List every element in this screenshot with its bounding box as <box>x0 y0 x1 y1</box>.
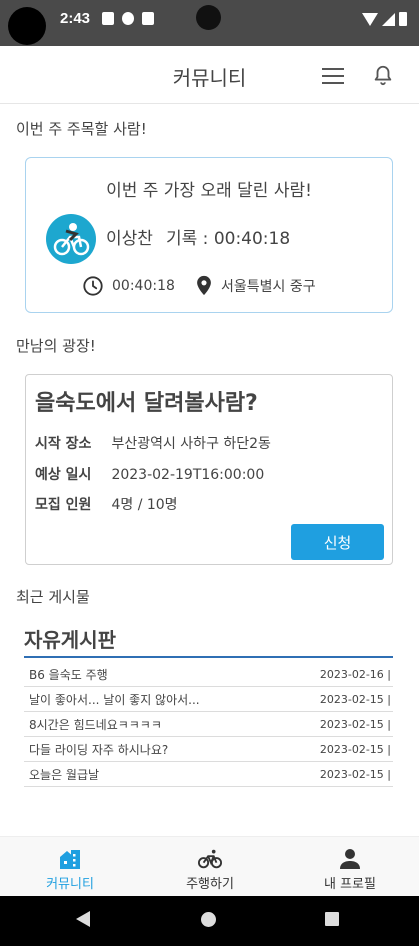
start-location-label: 시작 장소 <box>35 436 92 452</box>
status-time: 2:43 <box>60 10 91 27</box>
meetup-card[interactable]: 을숙도에서 달려볼사람? 시작 장소 부산광역시 사하구 하단2동 예상 일시 … <box>25 374 393 565</box>
meetup-expected-datetime: 예상 일시 2023-02-19T16:00:00 <box>35 464 264 484</box>
battery-icon <box>399 12 407 26</box>
meetup-start-location: 시작 장소 부산광역시 사하구 하단2동 <box>35 433 271 453</box>
post-list: B6 을숙도 주행 2023-02-16 | 날이 좋아서... 날이 좋지 않… <box>24 662 393 787</box>
plaza-section-label: 만남의 광장! <box>16 337 96 355</box>
list-item[interactable]: 8시간은 힘드네요ㅋㅋㅋㅋ 2023-02-15 | <box>24 712 393 737</box>
post-date: 2023-02-15 | <box>319 742 391 756</box>
nav-ride[interactable]: 주행하기 <box>140 837 280 897</box>
expected-datetime-label: 예상 일시 <box>35 467 92 483</box>
runner-card-title: 이번 주 가장 오래 달린 사람! <box>106 181 312 201</box>
location-value: 서울특별시 중구 <box>221 279 316 295</box>
recent-section-label: 최근 게시물 <box>16 588 90 606</box>
participants-label: 모집 인원 <box>35 497 92 513</box>
duration-info: 00:40:18 <box>82 274 175 298</box>
avatar <box>46 214 96 264</box>
apply-button[interactable]: 신청 <box>291 524 384 560</box>
notification-a-icon <box>102 12 114 25</box>
sd-card-icon <box>142 12 154 25</box>
start-location-value: 부산광역시 사하구 하단2동 <box>111 436 271 452</box>
system-navigation-bar <box>0 896 419 946</box>
list-item[interactable]: 오늘은 월급날 2023-02-15 | <box>24 762 393 787</box>
post-date: 2023-02-15 | <box>319 767 391 781</box>
weekly-top-runner-card[interactable]: 이번 주 가장 오래 달린 사람! 이상찬 기록 : 00:40:18 00:4… <box>25 157 393 313</box>
notification-icons <box>102 12 154 25</box>
recent-apps-icon[interactable] <box>325 912 339 926</box>
clock-icon <box>83 276 103 296</box>
meetup-participants: 모집 인원 4명 / 10명 <box>35 494 178 514</box>
home-icon[interactable] <box>201 912 216 927</box>
nav-ride-label: 주행하기 <box>186 877 234 892</box>
post-date: 2023-02-16 | <box>319 667 391 681</box>
app-header: 커뮤니티 <box>0 46 419 104</box>
board-divider <box>24 656 393 658</box>
post-title: 오늘은 월급날 <box>29 767 100 782</box>
cyclist-avatar-icon <box>53 223 90 256</box>
page-title: 커뮤니티 <box>172 66 247 90</box>
location-info: 서울특별시 중구 <box>195 274 316 298</box>
menu-icon[interactable] <box>322 68 344 84</box>
camera-cutout <box>8 7 46 45</box>
bicycle-icon <box>198 849 222 869</box>
post-date: 2023-02-15 | <box>319 692 391 706</box>
expected-datetime-value: 2023-02-19T16:00:00 <box>111 467 265 483</box>
nav-community[interactable]: 커뮤니티 <box>0 837 140 897</box>
nav-profile[interactable]: 내 프로필 <box>280 837 419 897</box>
location-pin-icon <box>197 275 211 296</box>
meetup-title: 을숙도에서 달려볼사람? <box>35 391 258 416</box>
bell-icon[interactable] <box>372 64 394 86</box>
front-camera <box>196 5 221 30</box>
participants-value: 4명 / 10명 <box>111 497 178 513</box>
post-title: B6 을숙도 주행 <box>29 667 108 682</box>
free-board-title[interactable]: 자유게시판 <box>24 624 116 653</box>
runner-record: 기록 : 00:40:18 <box>166 229 291 249</box>
duration-value: 00:40:18 <box>112 278 175 294</box>
person-icon <box>340 849 360 869</box>
signal-icon <box>382 12 395 26</box>
notification-app-icon <box>122 12 134 25</box>
nav-community-label: 커뮤니티 <box>46 877 94 892</box>
post-title: 8시간은 힘드네요ㅋㅋㅋㅋ <box>29 717 162 732</box>
list-item[interactable]: 다들 라이딩 자주 하시나요? 2023-02-15 | <box>24 737 393 762</box>
status-bar: 2:43 <box>0 0 419 46</box>
list-item[interactable]: 날이 좋아서... 날이 좋지 않아서... 2023-02-15 | <box>24 687 393 712</box>
back-icon[interactable] <box>76 911 90 927</box>
community-icon <box>60 850 80 869</box>
wifi-icon <box>362 12 378 26</box>
weekly-section-label: 이번 주 주목할 사람! <box>16 120 147 138</box>
post-date: 2023-02-15 | <box>319 717 391 731</box>
system-indicators <box>362 12 407 26</box>
list-item[interactable]: B6 을숙도 주행 2023-02-16 | <box>24 662 393 687</box>
nav-profile-label: 내 프로필 <box>324 877 376 892</box>
post-title: 다들 라이딩 자주 하시나요? <box>29 742 169 757</box>
runner-name: 이상찬 <box>106 229 153 249</box>
bottom-navigation: 커뮤니티 주행하기 내 프로필 <box>0 836 419 896</box>
post-title: 날이 좋아서... 날이 좋지 않아서... <box>29 692 200 707</box>
